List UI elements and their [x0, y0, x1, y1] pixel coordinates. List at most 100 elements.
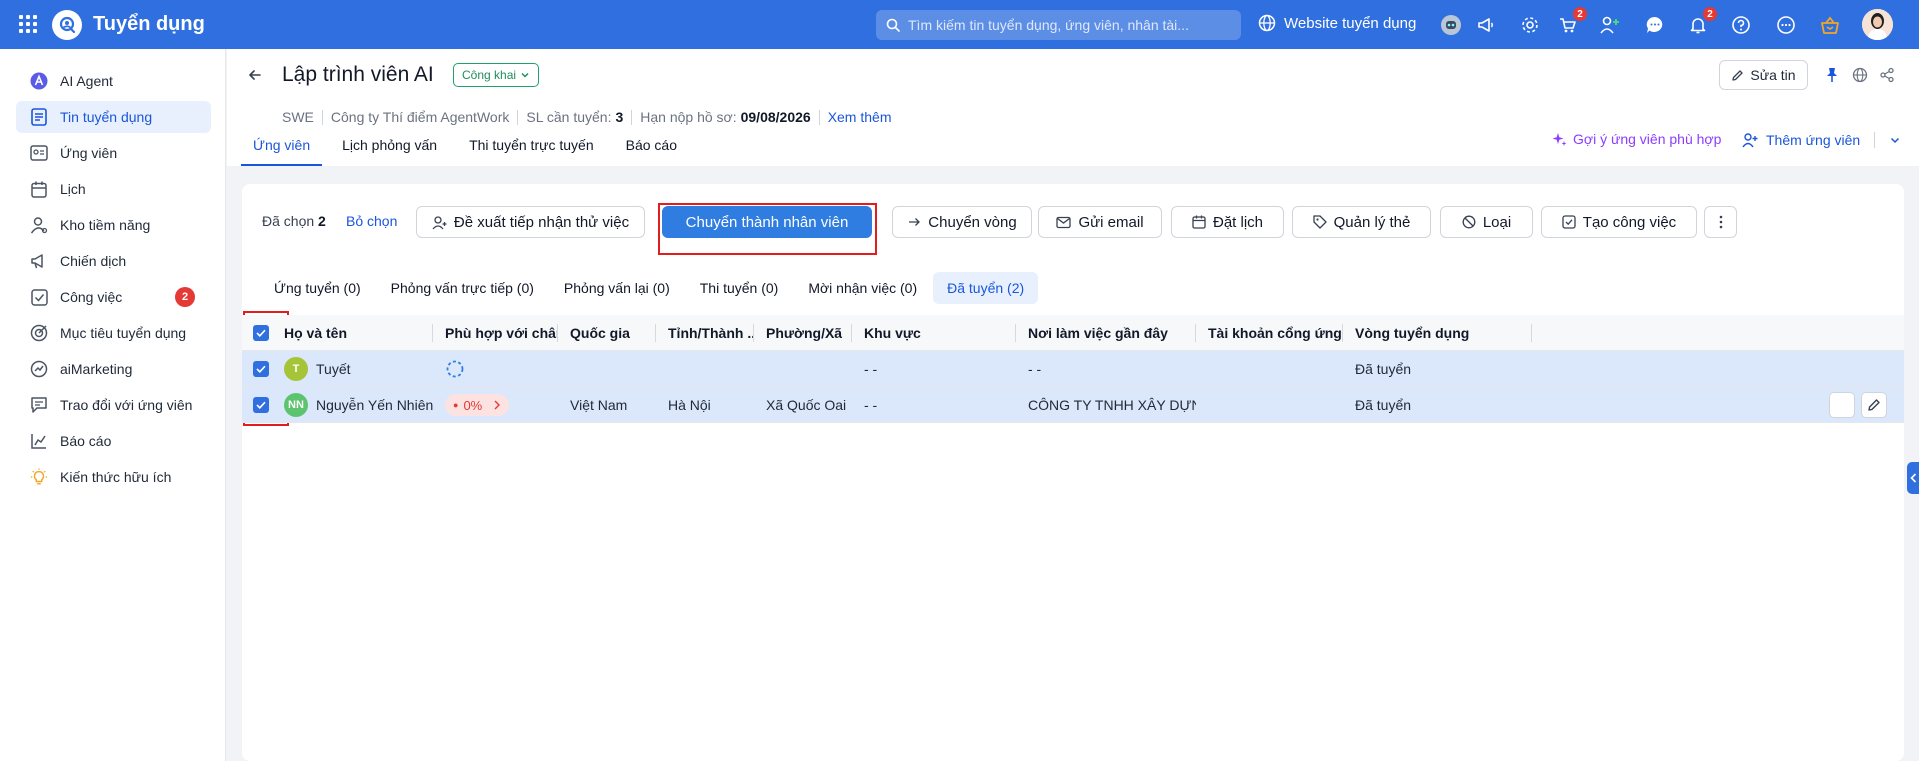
ward-cell: Xã Quốc Oai: [766, 397, 847, 413]
suggest-candidates-link[interactable]: Gợi ý ứng viên phù hợp: [1552, 131, 1721, 147]
table-row[interactable]: T Tuyết - - - - Đã tuyển: [242, 351, 1904, 387]
sidebar-item-calendar[interactable]: Lịch: [16, 173, 211, 205]
quantity-label: SL cần tuyển:: [526, 109, 612, 125]
candidate-name[interactable]: Tuyết: [316, 361, 351, 377]
row-checkbox[interactable]: [253, 397, 269, 413]
ban-icon: [1462, 215, 1476, 229]
status-dropdown[interactable]: Công khai: [453, 63, 540, 87]
recent-workplace-cell: CÔNG TY TNHH XÂY DỰNG VÀ: [1028, 397, 1196, 413]
deadline-label: Hạn nộp hồ sơ:: [640, 109, 737, 125]
notification-bell-icon[interactable]: 2: [1686, 6, 1718, 37]
share-icon[interactable]: [1878, 66, 1896, 84]
candidate-name-cell[interactable]: T Tuyết: [284, 351, 434, 387]
search-input[interactable]: [908, 17, 1228, 33]
sidebar-item-recruitment-goals[interactable]: Mục tiêu tuyển dụng: [16, 317, 211, 349]
see-more-link[interactable]: Xem thêm: [828, 109, 892, 125]
column-header-country[interactable]: Quốc gia: [558, 315, 656, 351]
sidebar: AI Agent Tin tuyển dụng Ứng viên Lịch Kh…: [0, 49, 226, 761]
match-cell: ● 0%: [445, 387, 555, 423]
unselect-link[interactable]: Bỏ chọn: [346, 213, 397, 229]
manage-tags-button[interactable]: Quản lý thẻ: [1292, 206, 1431, 238]
chat-icon: [30, 396, 48, 414]
row-checkbox[interactable]: [253, 361, 269, 377]
sidebar-item-campaigns[interactable]: Chiến dịch: [16, 245, 211, 277]
selected-count: Đã chọn 2: [262, 213, 326, 229]
row-extra-button[interactable]: [1829, 392, 1855, 418]
sidebar-item-candidates[interactable]: Ứng viên: [16, 137, 211, 169]
message-icon[interactable]: [1643, 13, 1667, 37]
pin-icon[interactable]: [1823, 66, 1841, 84]
sidebar-item-reports[interactable]: Báo cáo: [16, 425, 211, 457]
column-header-ward[interactable]: Phường/Xã: [754, 315, 852, 351]
sidebar-item-tasks[interactable]: Công việc 2: [16, 281, 211, 313]
column-header-recent-workplace[interactable]: Nơi làm việc gần đây: [1016, 315, 1196, 351]
area-cell: - -: [864, 361, 878, 377]
edit-job-button[interactable]: Sửa tin: [1719, 60, 1808, 90]
sidebar-item-knowledge[interactable]: Kiến thức hữu ích: [16, 461, 211, 493]
create-task-button[interactable]: Tạo công việc: [1541, 206, 1697, 238]
country-cell: [570, 351, 656, 387]
stage-tab-exam[interactable]: Thi tuyển (0): [686, 272, 793, 304]
tab-candidates[interactable]: Ứng viên: [241, 137, 323, 166]
tab-reports[interactable]: Báo cáo: [614, 137, 689, 166]
settings-gear-icon[interactable]: [1518, 13, 1542, 37]
sidebar-item-label: Kiến thức hữu ích: [60, 469, 172, 485]
stage-tab-hired[interactable]: Đã tuyển (2): [933, 272, 1039, 304]
match-score-pill[interactable]: ● 0%: [445, 394, 510, 416]
column-header-portal-account[interactable]: Tài khoản cổng ứng viên: [1196, 315, 1343, 351]
column-header-area[interactable]: Khu vực: [852, 315, 1016, 351]
candidate-icon: [30, 144, 48, 162]
app-title: Tuyển dụng: [93, 13, 205, 35]
sidebar-item-label: Trao đổi với ứng viên: [60, 397, 193, 413]
cart-icon[interactable]: 2: [1556, 6, 1588, 37]
column-header-province[interactable]: Tỉnh/Thành ...: [656, 315, 754, 351]
column-header-name[interactable]: Họ và tên: [280, 315, 433, 351]
more-actions-button[interactable]: [1704, 206, 1737, 238]
recruitment-website-link[interactable]: Website tuyển dụng: [1258, 14, 1416, 32]
stage-tab-applied[interactable]: Ứng tuyển (0): [260, 272, 375, 304]
chevron-down-icon: [521, 72, 529, 78]
sidebar-item-talent-pool[interactable]: Kho tiềm năng: [16, 209, 211, 241]
select-all-checkbox[interactable]: [253, 325, 269, 341]
candidate-name[interactable]: Nguyễn Yến Nhiên: [316, 397, 433, 413]
back-arrow-icon[interactable]: [245, 65, 265, 85]
sidebar-item-job-posts[interactable]: Tin tuyển dụng: [16, 101, 211, 133]
user-avatar[interactable]: [1862, 9, 1893, 40]
globe-share-icon[interactable]: [1851, 66, 1869, 84]
sidebar-item-label: Mục tiêu tuyển dụng: [60, 325, 187, 341]
add-candidate-button[interactable]: Thêm ứng viên: [1742, 132, 1901, 148]
job-tabs: Ứng viên Lịch phỏng vấn Thi tuyển trực t…: [241, 137, 697, 166]
gift-icon[interactable]: [1818, 13, 1842, 37]
user-plus-icon: [432, 215, 447, 229]
column-header-stage[interactable]: Vòng tuyển dụng: [1343, 315, 1532, 351]
announcement-icon[interactable]: [1474, 13, 1498, 37]
row-edit-button[interactable]: [1861, 392, 1887, 418]
add-user-icon[interactable]: [1598, 13, 1622, 37]
tab-online-test[interactable]: Thi tuyển trực tuyến: [457, 137, 606, 166]
chevron-down-icon[interactable]: [1889, 134, 1901, 146]
sidebar-item-candidate-chat[interactable]: Trao đổi với ứng viên: [16, 389, 211, 421]
propose-probation-button[interactable]: Đề xuất tiếp nhận thử việc: [416, 206, 645, 238]
send-email-button[interactable]: Gửi email: [1038, 206, 1162, 238]
convert-to-employee-button[interactable]: Chuyển thành nhân viên: [662, 206, 872, 238]
stage-tab-offer[interactable]: Mời nhận việc (0): [794, 272, 931, 304]
help-icon[interactable]: [1729, 13, 1753, 37]
stage-tab-re-interview[interactable]: Phỏng vấn lại (0): [550, 272, 684, 304]
candidate-name-cell[interactable]: NN Nguyễn Yến Nhiên: [284, 387, 434, 423]
sidebar-item-ai-agent[interactable]: AI Agent: [16, 65, 211, 97]
table-header-row: Họ và tên Phù hợp với chân ... Quốc gia …: [242, 315, 1904, 351]
tab-interview-schedule[interactable]: Lịch phỏng vấn: [330, 137, 449, 166]
ai-assistant-icon[interactable]: [1439, 13, 1463, 37]
column-header-match[interactable]: Phù hợp với chân ...: [433, 315, 558, 351]
app-grid-icon[interactable]: [19, 15, 37, 33]
global-search[interactable]: [876, 10, 1241, 40]
more-options-icon[interactable]: [1774, 13, 1798, 37]
schedule-button[interactable]: Đặt lịch: [1171, 206, 1284, 238]
table-row[interactable]: NN Nguyễn Yến Nhiên ● 0% Việt Nam Hà Nội…: [242, 387, 1904, 423]
reject-button[interactable]: Loại: [1440, 206, 1533, 238]
stage-tab-direct-interview[interactable]: Phỏng vấn trực tiếp (0): [377, 272, 548, 304]
move-round-button[interactable]: Chuyển vòng: [892, 206, 1032, 238]
side-panel-toggle[interactable]: [1907, 462, 1919, 494]
website-link-label: Website tuyển dụng: [1284, 14, 1417, 32]
sidebar-item-aimarketing[interactable]: aiMarketing: [16, 353, 211, 385]
